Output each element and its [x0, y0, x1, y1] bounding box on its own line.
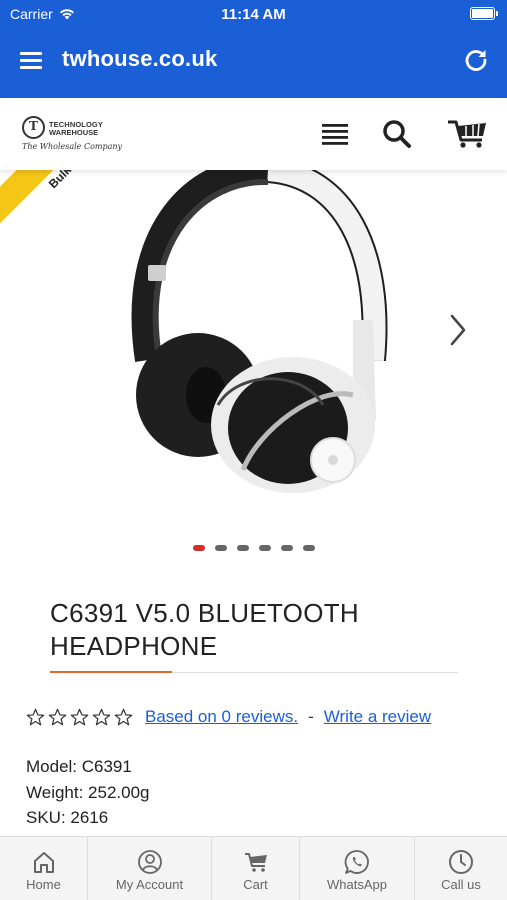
logo-tagline: The Wholesale Company	[22, 142, 123, 151]
app-screen: Carrier 11:14 AM twhouse.co.uk T TECHNOL…	[0, 0, 507, 900]
logo-mark-icon	[22, 116, 45, 139]
product-title-line1: C6391 V5.0 BLUETOOTH	[50, 598, 359, 628]
spec-weight: Weight: 252.00g	[26, 783, 150, 802]
product-gallery[interactable]: Bulk	[0, 170, 507, 565]
star-rating	[26, 708, 133, 727]
bottom-tab-bar: Home My Account Cart WhatsApp Call us	[0, 836, 507, 900]
ribbon-badge	[0, 170, 82, 227]
tab-my-account-label: My Account	[115, 877, 184, 892]
cart-icon	[244, 853, 267, 872]
tab-call-us-label: Call us	[441, 877, 481, 892]
tab-my-account[interactable]: My Account	[88, 837, 212, 900]
rating-separator: -	[308, 707, 314, 726]
gallery-dot[interactable]	[280, 545, 293, 551]
battery-icon	[470, 7, 498, 20]
rating-row: Based on 0 reviews. - Write a review	[26, 705, 431, 729]
tab-whatsapp-label: WhatsApp	[327, 877, 387, 892]
tab-cart-label: Cart	[243, 877, 268, 892]
top-bar: Carrier 11:14 AM twhouse.co.uk	[0, 0, 507, 98]
drawer-menu-button[interactable]	[20, 50, 44, 70]
clock-phone-icon	[449, 850, 473, 874]
cart-icon[interactable]	[446, 116, 490, 150]
reload-icon[interactable]	[463, 47, 489, 73]
home-icon	[33, 852, 54, 873]
headphone-product-image[interactable]	[118, 170, 388, 500]
nav-row: twhouse.co.uk	[0, 40, 507, 80]
spec-sku: SKU: 2616	[26, 808, 109, 827]
next-image-arrow-icon[interactable]	[444, 310, 472, 350]
tab-cart[interactable]: Cart	[212, 837, 300, 900]
clock: 11:14 AM	[221, 6, 286, 23]
gallery-dot[interactable]	[214, 545, 227, 551]
tab-call-us[interactable]: Call us	[415, 837, 507, 900]
account-icon	[137, 850, 162, 874]
tab-home-label: Home	[26, 877, 61, 892]
whatsapp-icon	[344, 850, 369, 874]
gallery-dot[interactable]	[192, 545, 205, 551]
reviews-count-link[interactable]: Based on 0 reviews.	[145, 707, 298, 727]
status-bar: Carrier 11:14 AM	[0, 0, 507, 28]
star-outline-icon	[48, 708, 67, 725]
product-title: C6391 V5.0 BLUETOOTH HEADPHONE	[50, 597, 450, 663]
tab-whatsapp[interactable]: WhatsApp	[300, 837, 415, 900]
star-outline-icon	[114, 708, 133, 725]
star-outline-icon	[26, 708, 45, 725]
gallery-dot[interactable]	[258, 545, 271, 551]
tab-home[interactable]: Home	[0, 837, 88, 900]
spec-model: Model: C6391	[26, 757, 132, 776]
star-outline-icon	[70, 708, 89, 725]
site-title: twhouse.co.uk	[62, 46, 218, 71]
store-header: TECHNOLOGY WAREHOUSE The Wholesale Compa…	[0, 98, 507, 170]
store-logo[interactable]: TECHNOLOGY WAREHOUSE The Wholesale Compa…	[22, 116, 132, 156]
search-icon[interactable]	[380, 116, 414, 150]
star-outline-icon	[92, 708, 111, 725]
product-title-line2: HEADPHONE	[50, 631, 218, 661]
hamburger-menu-icon[interactable]	[318, 116, 352, 150]
gallery-pagination	[0, 545, 507, 555]
gallery-dot[interactable]	[302, 545, 315, 551]
title-divider-accent	[50, 671, 172, 673]
write-review-link[interactable]: Write a review	[324, 707, 431, 727]
logo-line2: WAREHOUSE	[49, 128, 99, 137]
gallery-dot[interactable]	[236, 545, 249, 551]
